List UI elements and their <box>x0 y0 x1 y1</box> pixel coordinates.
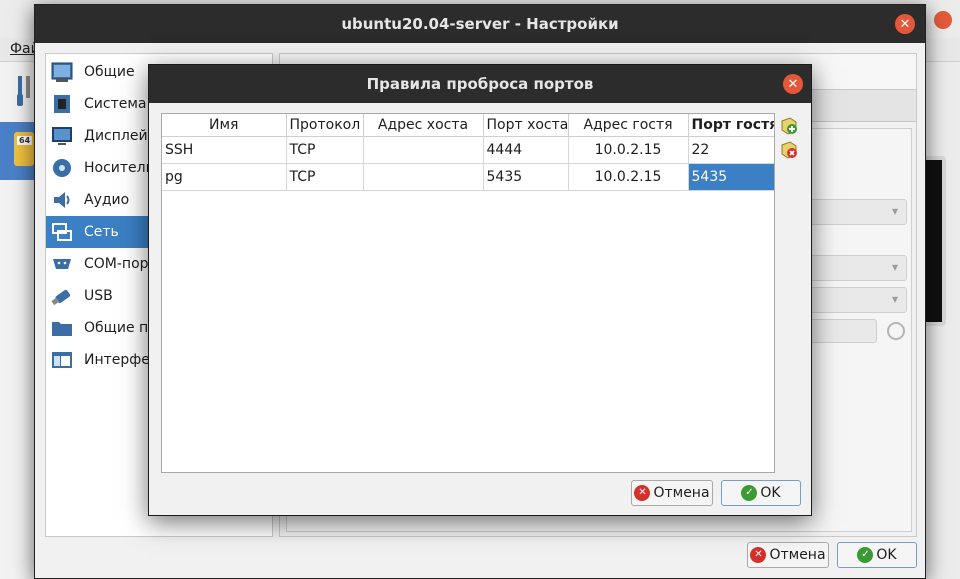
cell-host-ip[interactable] <box>363 163 484 191</box>
column-header-guest-port[interactable]: Порт гостя <box>688 114 774 137</box>
add-rule-icon[interactable] <box>780 117 798 135</box>
port-forwarding-dialog: Правила проброса портов ✕ Имя Протокол А… <box>148 64 812 516</box>
column-header-name[interactable]: Имя <box>162 114 287 137</box>
serial-port-icon <box>53 259 71 269</box>
ok-check-icon: ✓ <box>741 485 758 501</box>
settings-cancel-label: Отмена <box>769 547 826 563</box>
dialog-cancel-label: Отмена <box>653 485 710 501</box>
ok-check-icon: ✓ <box>857 547 874 563</box>
column-header-host-ip[interactable]: Адрес хоста <box>363 114 484 137</box>
cell-protocol[interactable]: TCP <box>286 163 364 191</box>
cell-name[interactable]: SSH <box>162 136 287 164</box>
dialog-cancel-button[interactable]: ✕ Отмена <box>631 480 713 506</box>
cancel-icon: ✕ <box>750 547 767 563</box>
disk-icon <box>53 159 71 177</box>
settings-ok-label: OK <box>876 547 897 563</box>
general-icon <box>51 62 73 82</box>
dialog-title: Правила проброса портов <box>149 65 811 103</box>
sidebar-item-label: COM-порт <box>84 256 157 272</box>
sidebar-item-label: Общие па <box>84 320 157 336</box>
refresh-mac-icon[interactable] <box>887 322 905 340</box>
dialog-close-icon[interactable]: ✕ <box>783 74 803 94</box>
sidebar-item-label: Дисплей <box>84 128 148 144</box>
cell-guest-port-selected[interactable]: 5435 <box>688 163 774 191</box>
cell-host-port[interactable]: 5435 <box>483 163 569 191</box>
sidebar-item-label: Аудио <box>84 192 130 208</box>
column-header-protocol[interactable]: Протокол <box>286 114 364 137</box>
settings-ok-button[interactable]: ✓ OK <box>837 542 917 568</box>
table-row[interactable]: SSH TCP 4444 10.0.2.15 22 <box>162 136 774 164</box>
dialog-ok-button[interactable]: ✓ OK <box>721 480 801 506</box>
table-header-row: Имя Протокол Адрес хоста Порт хоста Адре… <box>162 114 774 137</box>
cell-name[interactable]: pg <box>162 163 287 191</box>
main-close-icon[interactable] <box>934 11 952 29</box>
settings-cancel-button[interactable]: ✕ Отмена <box>747 542 829 568</box>
sidebar-item-label: Носители <box>84 160 155 176</box>
cell-protocol[interactable]: TCP <box>286 136 364 164</box>
sidebar-item-label: Система <box>84 96 147 112</box>
remove-rule-icon[interactable] <box>780 141 798 159</box>
monitor-icon <box>52 127 72 145</box>
settings-close-icon[interactable]: ✕ <box>895 14 915 34</box>
tools-icon[interactable] <box>16 74 34 110</box>
speaker-icon <box>54 192 70 208</box>
sidebar-item-label: USB <box>84 288 113 304</box>
column-header-guest-ip[interactable]: Адрес гостя <box>568 114 689 137</box>
sidebar-item-label: Сеть <box>84 224 119 240</box>
dialog-ok-label: OK <box>760 485 781 501</box>
interface-icon <box>52 352 72 368</box>
cell-guest-ip[interactable]: 10.0.2.15 <box>568 136 689 164</box>
cell-guest-port[interactable]: 22 <box>688 136 774 164</box>
cell-host-port[interactable]: 4444 <box>483 136 569 164</box>
cell-guest-ip[interactable]: 10.0.2.15 <box>568 163 689 191</box>
cell-host-ip[interactable] <box>363 136 484 164</box>
vm-arch-badge: 64 <box>17 136 33 145</box>
network-icon <box>52 223 72 241</box>
column-header-host-port[interactable]: Порт хоста <box>483 114 569 137</box>
settings-title: ubuntu20.04-server - Настройки <box>35 5 925 43</box>
chip-icon <box>54 95 70 113</box>
cancel-icon: ✕ <box>634 485 651 501</box>
shared-folder-icon <box>52 322 72 336</box>
rules-table: Имя Протокол Адрес хоста Порт хоста Адре… <box>161 113 775 473</box>
usb-icon <box>51 289 71 306</box>
sidebar-item-label: Общие <box>84 64 135 80</box>
table-row[interactable]: pg TCP 5435 10.0.2.15 5435 <box>162 163 774 191</box>
